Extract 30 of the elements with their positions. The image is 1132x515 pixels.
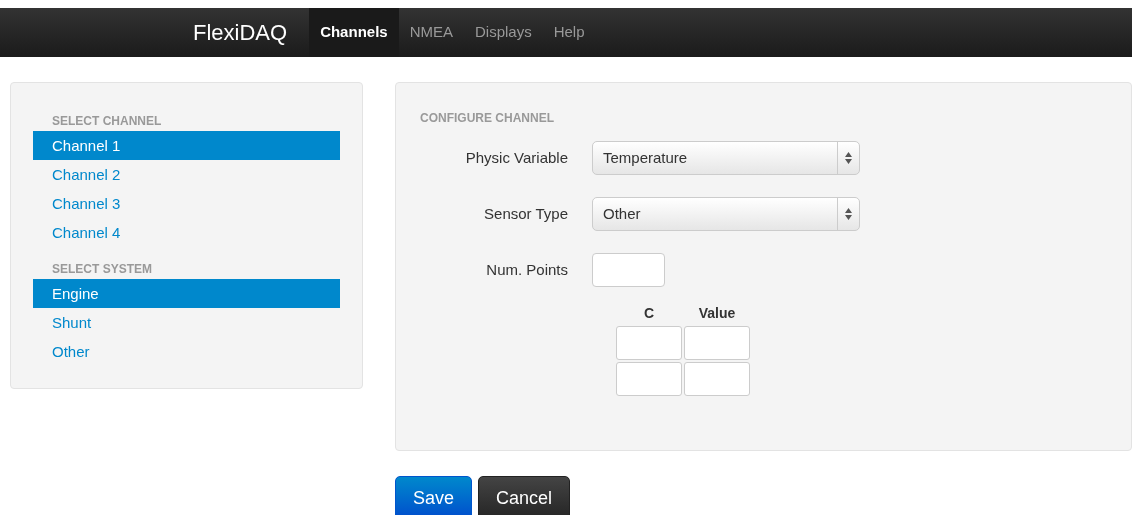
save-button[interactable]: Save (395, 476, 472, 515)
select-field[interactable]: Other (592, 197, 860, 231)
field-label: Num. Points (485, 259, 569, 280)
table-input[interactable] (684, 362, 750, 396)
select-arrows-icon (845, 208, 852, 220)
nav-tab[interactable]: NMEA (398, 8, 464, 57)
sidebar-item[interactable]: Channel 4 (33, 218, 340, 247)
text-input[interactable] (592, 253, 665, 287)
select-field[interactable]: Temperature (592, 141, 860, 175)
brand-title[interactable]: FlexiDAQ (193, 16, 288, 49)
form-heading: CONFIGURE CHANNEL (420, 110, 555, 127)
column-header: Value (697, 304, 737, 323)
select-arrows-icon (845, 152, 852, 164)
section-heading: SELECT SYSTEM (51, 261, 153, 278)
sidebar-item[interactable]: Channel 1 (33, 131, 340, 160)
table-input[interactable] (616, 326, 682, 360)
table-input[interactable] (616, 362, 682, 396)
nav-tab[interactable]: Help (542, 8, 596, 57)
sidebar-item[interactable]: Channel 2 (33, 160, 340, 189)
section-heading: SELECT CHANNEL (51, 113, 163, 130)
table-input[interactable] (684, 326, 750, 360)
field-label: Physic Variable (464, 147, 569, 168)
sidebar-item[interactable]: Shunt (33, 308, 340, 337)
nav-tab[interactable]: Displays (464, 8, 543, 57)
field-label: Sensor Type (483, 203, 569, 224)
sidebar-item[interactable]: Engine (33, 279, 340, 308)
sidebar-item[interactable]: Other (33, 337, 340, 366)
cancel-button[interactable]: Cancel (478, 476, 570, 515)
sidebar-item[interactable]: Channel 3 (33, 189, 340, 218)
column-header: C (642, 304, 656, 323)
